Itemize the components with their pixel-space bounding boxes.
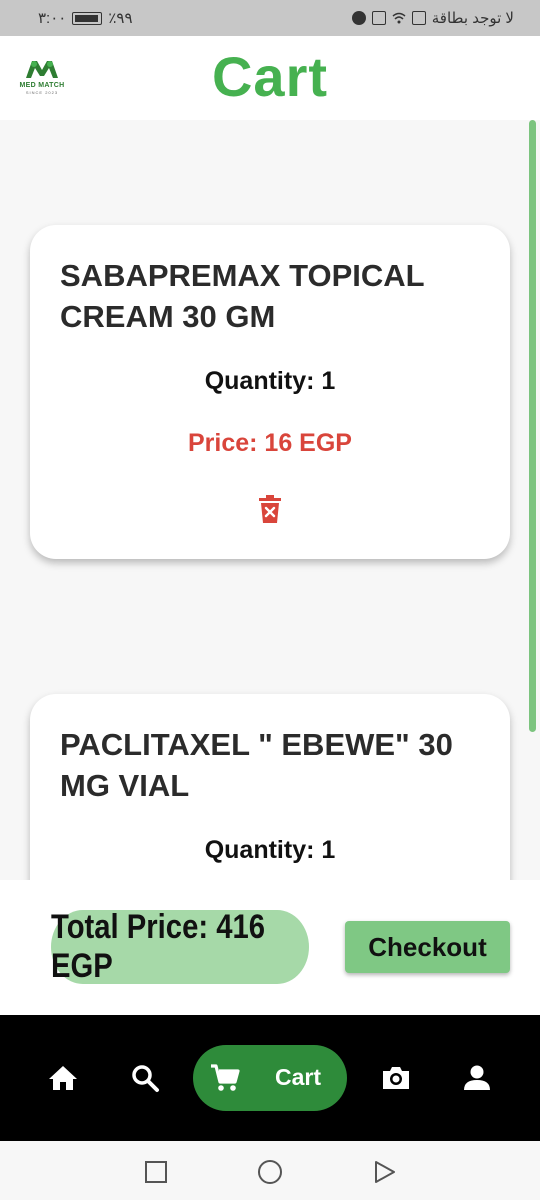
carrier-text: لا توجد بطاقة: [431, 10, 514, 27]
cart-screen: ٣:٠٠ ٪٩٩ لا توجد بطاقة MED MATCH SINCE 2…: [0, 0, 540, 1200]
item-quantity: Quantity: 1: [204, 836, 336, 864]
facebook-icon: [351, 11, 366, 25]
nav-cart[interactable]: Cart: [193, 1045, 347, 1111]
bottom-nav: Cart: [0, 1015, 540, 1141]
back-system-button[interactable]: [371, 1159, 397, 1185]
delete-item-button[interactable]: [257, 493, 283, 525]
item-price: Price: 16 EGP: [188, 429, 352, 457]
nav-search[interactable]: [129, 1062, 161, 1094]
status-bar: ٣:٠٠ ٪٩٩ لا توجد بطاقة: [0, 0, 540, 36]
battery-icon: [72, 11, 103, 25]
home-icon: [49, 1066, 77, 1090]
cart-item-card: PACLITAXEL " EBEWE" 30 MG VIAL Quantity:…: [30, 694, 510, 880]
cart-summary: Total Price: 416 EGP Checkout: [0, 880, 540, 1015]
system-nav-bar: [0, 1141, 540, 1200]
nav-home[interactable]: [47, 1062, 79, 1094]
mail-icon: [371, 11, 386, 25]
page-title: Cart: [211, 45, 329, 108]
status-right: لا توجد بطاقة: [351, 9, 514, 27]
status-time: ٣:٠٠: [38, 10, 67, 27]
item-quantity: Quantity: 1: [204, 367, 336, 395]
total-price: Total Price: 416 EGP: [51, 908, 309, 985]
triangle-back-icon: [375, 1161, 395, 1183]
square-icon: [145, 1161, 167, 1183]
person-icon: [464, 1065, 490, 1090]
search-icon: [132, 1065, 159, 1092]
cart-icon: [211, 1064, 240, 1091]
home-system-button[interactable]: [257, 1159, 283, 1185]
camera-icon: [383, 1067, 409, 1089]
battery-level: ٪٩٩: [108, 10, 133, 27]
wifi-icon: [392, 11, 406, 25]
app-header: MED MATCH SINCE 2023 Cart: [0, 36, 540, 120]
sim-alert-icon: [411, 11, 426, 25]
trash-icon: [259, 495, 281, 523]
status-left: ٣:٠٠ ٪٩٩: [38, 9, 133, 27]
product-name: PACLITAXEL " EBEWE" 30 MG VIAL: [60, 727, 453, 803]
recent-apps-button[interactable]: [143, 1159, 169, 1185]
nav-camera[interactable]: [380, 1062, 412, 1094]
cart-list[interactable]: SABAPREMAX TOPICAL CREAM 30 GM Quantity:…: [0, 120, 540, 880]
product-name: SABAPREMAX TOPICAL CREAM 30 GM: [60, 258, 425, 334]
nav-profile[interactable]: [461, 1062, 493, 1094]
scrollbar[interactable]: [529, 120, 536, 732]
checkout-button[interactable]: Checkout: [345, 921, 510, 973]
cart-item-card: SABAPREMAX TOPICAL CREAM 30 GM Quantity:…: [30, 225, 510, 559]
nav-cart-label: Cart: [275, 1064, 322, 1090]
circle-icon: [258, 1160, 282, 1184]
